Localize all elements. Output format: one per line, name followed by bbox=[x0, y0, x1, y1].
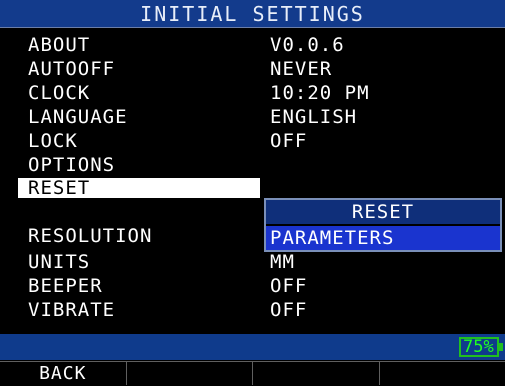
menu-item-units[interactable]: UNITS MM bbox=[0, 250, 505, 274]
softkey-2[interactable] bbox=[126, 361, 253, 385]
softkey-bar: BACK bbox=[0, 361, 505, 385]
softkey-3[interactable] bbox=[252, 361, 379, 385]
menu-item-clock[interactable]: CLOCK 10:20 PM bbox=[0, 81, 505, 105]
menu-item-beeper[interactable]: BEEPER OFF bbox=[0, 274, 505, 298]
menu-item-value: MM bbox=[270, 250, 295, 274]
menu-item-label: RESET bbox=[28, 176, 90, 200]
menu-item-language[interactable]: LANGUAGE ENGLISH bbox=[0, 105, 505, 129]
menu-item-label: LANGUAGE bbox=[28, 105, 128, 129]
menu-item-autooff[interactable]: AUTOOFF NEVER bbox=[0, 57, 505, 81]
popup-option-parameters[interactable]: PARAMETERS bbox=[266, 226, 500, 250]
menu-item-label: ABOUT bbox=[28, 33, 90, 57]
battery-icon bbox=[499, 343, 503, 351]
menu-item-label: VIBRATE bbox=[28, 298, 115, 322]
menu-item-value: V0.0.6 bbox=[270, 33, 345, 57]
menu-item-value: OFF bbox=[270, 274, 307, 298]
device-screen: INITIAL SETTINGS ABOUT V0.0.6 AUTOOFF NE… bbox=[0, 0, 505, 385]
reset-popup: RESET PARAMETERS bbox=[264, 198, 502, 252]
title-bar: INITIAL SETTINGS bbox=[0, 0, 505, 28]
menu-item-label: RESOLUTION bbox=[28, 224, 152, 248]
menu-item-label: UNITS bbox=[28, 250, 90, 274]
menu-item-options[interactable]: OPTIONS bbox=[0, 153, 505, 177]
menu-item-value: NEVER bbox=[270, 57, 332, 81]
menu-item-value: OFF bbox=[270, 129, 307, 153]
popup-title: RESET bbox=[266, 200, 500, 224]
menu-item-label: CLOCK bbox=[28, 81, 90, 105]
page-title: INITIAL SETTINGS bbox=[140, 0, 365, 28]
menu-item-about[interactable]: ABOUT V0.0.6 bbox=[0, 33, 505, 57]
menu-item-vibrate[interactable]: VIBRATE OFF bbox=[0, 298, 505, 322]
back-button[interactable]: BACK bbox=[0, 361, 126, 385]
status-bar: 75% bbox=[0, 334, 505, 360]
menu-item-lock[interactable]: LOCK OFF bbox=[0, 129, 505, 153]
menu-item-value: OFF bbox=[270, 298, 307, 322]
battery-indicator: 75% bbox=[459, 337, 499, 357]
menu-item-value: ENGLISH bbox=[270, 105, 357, 129]
softkey-4[interactable] bbox=[379, 361, 505, 385]
menu-item-label: BEEPER bbox=[28, 274, 103, 298]
menu-item-reset[interactable]: RESET bbox=[0, 176, 505, 200]
menu-item-label: LOCK bbox=[28, 129, 78, 153]
menu-item-label: AUTOOFF bbox=[28, 57, 115, 81]
menu-item-value: 10:20 PM bbox=[270, 81, 370, 105]
menu-item-label: OPTIONS bbox=[28, 153, 115, 177]
